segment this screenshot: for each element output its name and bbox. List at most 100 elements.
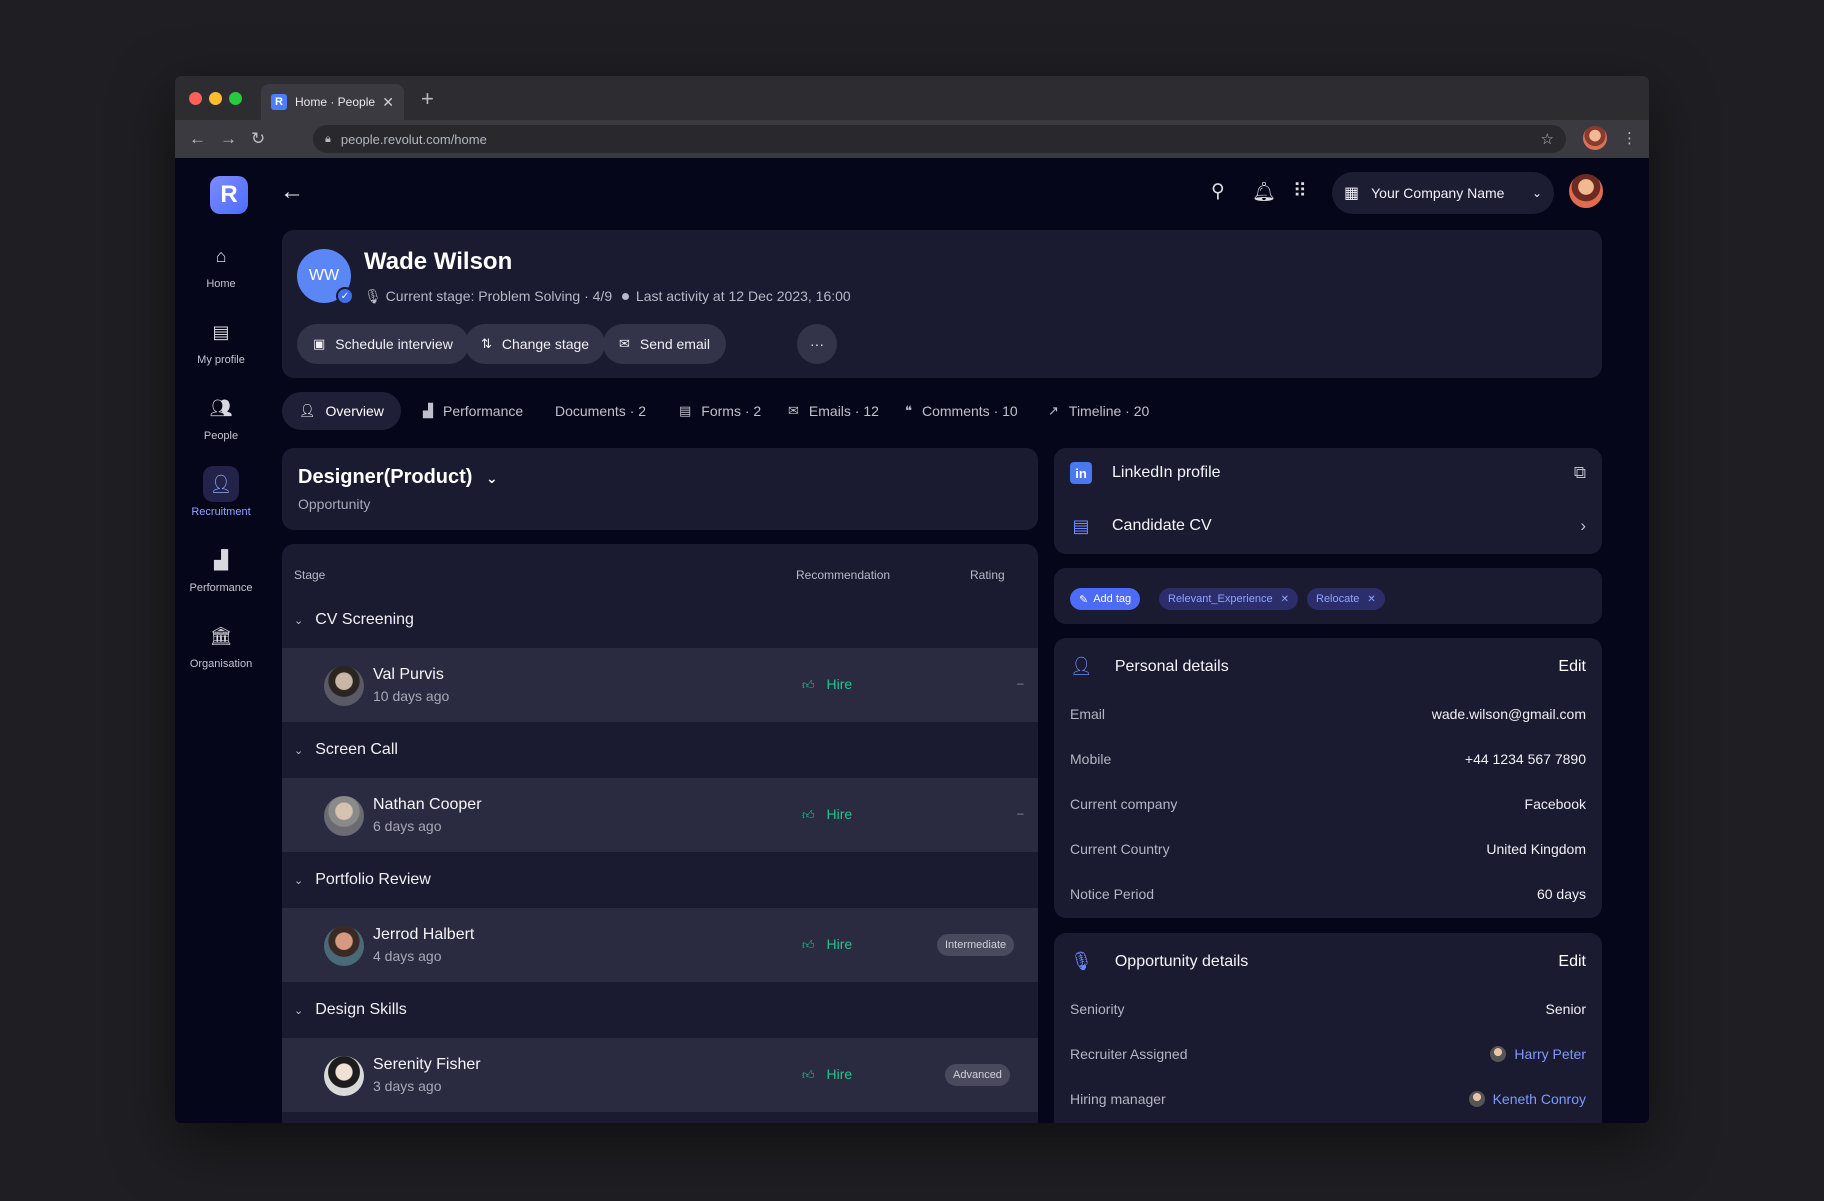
search-icon[interactable]: ⚲ xyxy=(1211,180,1225,203)
schedule-interview-button[interactable]: ▣ Schedule interview xyxy=(297,324,469,364)
button-label: Schedule interview xyxy=(335,336,453,352)
remove-tag-icon[interactable]: ✕ xyxy=(1281,594,1289,605)
sidebar-item-recruitment[interactable]: 👤︎ Recruitment xyxy=(175,466,267,518)
maximize-window-button[interactable] xyxy=(229,92,242,105)
detail-value: wade.wilson@gmail.com xyxy=(1431,706,1586,722)
table-row[interactable]: Val Purvis 10 days ago 👍︎ Hire – xyxy=(282,648,1038,722)
person-icon: 👤︎ xyxy=(1070,656,1093,676)
sidebar-item-performance[interactable]: ▟ Performance xyxy=(175,542,267,595)
stage-group-row[interactable]: ⌄ CV Screening xyxy=(282,592,1038,648)
document-icon: ▤ xyxy=(1072,515,1090,536)
chevron-down-icon: ⌄ xyxy=(486,470,498,486)
browser-profile-avatar[interactable] xyxy=(1583,126,1607,150)
browser-menu-icon[interactable]: ⋮ xyxy=(1622,129,1637,147)
tab-documents[interactable]: Documents · 2 xyxy=(538,392,663,430)
edit-personal-details-button[interactable]: Edit xyxy=(1558,658,1586,676)
sidebar-item-people[interactable]: 👥︎ People xyxy=(175,390,267,443)
thumbs-up-icon: 👍︎ xyxy=(802,808,815,822)
stage-name: Screen Call xyxy=(315,741,398,758)
company-switcher[interactable]: ▦ Your Company Name ⌄ xyxy=(1332,172,1554,214)
tag-chip[interactable]: Relevant_Experience ✕ xyxy=(1159,588,1298,610)
table-row[interactable]: Nathan Cooper 6 days ago 👍︎ Hire – xyxy=(282,778,1038,852)
tab-emails[interactable]: ✉ Emails · 12 xyxy=(771,392,896,430)
interview-time: 4 days ago xyxy=(373,948,442,964)
bookmark-star-icon[interactable]: ☆ xyxy=(1541,130,1554,148)
add-tag-label: Add tag xyxy=(1093,593,1132,605)
stage-group-row[interactable]: ⌄ Screen Call xyxy=(282,722,1038,778)
lock-icon: 🔒︎ xyxy=(325,132,331,145)
browser-tab[interactable]: R Home · People ✕ xyxy=(261,84,404,120)
button-label: Send email xyxy=(639,336,710,352)
tag-chip[interactable]: Relocate ✕ xyxy=(1307,588,1385,610)
bell-icon[interactable]: 🔔︎ xyxy=(1252,180,1276,204)
tab-label: Overview xyxy=(325,403,384,419)
hiring-manager-link[interactable]: Keneth Conroy xyxy=(1468,1091,1586,1107)
recruiter-link[interactable]: Harry Peter xyxy=(1490,1046,1586,1062)
edit-opportunity-details-button[interactable]: Edit xyxy=(1558,953,1586,971)
change-stage-button[interactable]: ⇅ Change stage xyxy=(465,324,606,364)
external-link-icon: ⧉ xyxy=(1573,463,1586,482)
card-title: Personal details xyxy=(1114,657,1229,675)
apps-grid-icon[interactable]: ⠿ xyxy=(1293,180,1307,203)
company-name: Your Company Name xyxy=(1371,185,1505,201)
address-bar[interactable]: 🔒︎ people.revolut.com/home ☆ xyxy=(313,125,1566,153)
tab-label: Forms · 2 xyxy=(701,403,762,419)
candidate-cv-link[interactable]: ▤ Candidate CV › xyxy=(1070,513,1586,539)
mic-icon: 🎙︎ xyxy=(1070,951,1093,971)
reload-icon[interactable]: ↻ xyxy=(251,129,265,149)
chevron-down-icon: ⌄ xyxy=(294,1004,304,1017)
chevron-down-icon: ⌄ xyxy=(1531,186,1542,200)
close-tab-icon[interactable]: ✕ xyxy=(382,94,394,111)
stage-group-row[interactable]: ⌄ Portfolio Review xyxy=(282,852,1038,908)
sidebar-item-my-profile[interactable]: ▤ My profile xyxy=(175,314,267,367)
back-icon[interactable]: ← xyxy=(189,129,206,149)
detail-key: Email xyxy=(1070,706,1106,722)
table-row[interactable]: Serenity Fisher 3 days ago 👍︎ Hire Advanc… xyxy=(282,1038,1038,1112)
tab-overview[interactable]: 👤︎ Overview xyxy=(282,392,401,430)
send-email-button[interactable]: ✉ Send email xyxy=(603,324,726,364)
favicon-icon: R xyxy=(271,94,287,110)
table-row[interactable]: Jerrod Halbert 4 days ago 👍︎ Hire Interme… xyxy=(282,908,1038,982)
tab-label: Documents · 2 xyxy=(555,403,647,419)
interviewer-name: Val Purvis xyxy=(373,666,444,683)
id-card-icon: ▤ xyxy=(212,321,230,342)
forward-icon[interactable]: → xyxy=(220,129,237,149)
back-arrow-icon[interactable]: ← xyxy=(280,178,304,206)
add-tag-button[interactable]: ✎ Add tag xyxy=(1070,588,1141,610)
sidebar-item-home[interactable]: ⌂ Home xyxy=(175,238,267,291)
linkedin-profile-link[interactable]: in LinkedIn profile ⧉ xyxy=(1070,460,1586,486)
new-tab-icon[interactable]: + xyxy=(421,86,434,112)
detail-value: Facebook xyxy=(1524,796,1586,812)
more-actions-button[interactable]: ··· xyxy=(797,324,837,364)
chart-icon: ▟ xyxy=(423,403,433,418)
stage-group-row[interactable]: ⌄ Design Skills xyxy=(282,982,1038,1038)
close-window-button[interactable] xyxy=(189,92,202,105)
tab-label: Timeline · 20 xyxy=(1068,403,1150,419)
detail-key: Current company xyxy=(1070,796,1178,812)
browser-toolbar: ← → ↻ 🔒︎ people.revolut.com/home ☆ ⋮ xyxy=(175,120,1649,158)
card-title: Opportunity details xyxy=(1114,952,1249,970)
tab-comments[interactable]: ❝ Comments · 10 xyxy=(888,392,1035,430)
tab-forms[interactable]: ▤ Forms · 2 xyxy=(662,392,778,430)
avatar xyxy=(324,926,364,966)
remove-tag-icon[interactable]: ✕ xyxy=(1367,594,1375,605)
chevron-down-icon: ⌄ xyxy=(294,874,304,887)
chart-icon: ▟ xyxy=(214,549,228,570)
sidebar-item-organisation[interactable]: 🏛︎ Organisation xyxy=(175,618,267,671)
app-logo[interactable]: R xyxy=(210,176,248,214)
role-selector[interactable]: Designer(Product) ⌄ Opportunity xyxy=(282,448,1038,530)
candidate-meta: 🎙︎ Current stage: Problem Solving · 4/9 … xyxy=(364,288,851,305)
tab-performance[interactable]: ▟ Performance xyxy=(406,392,540,430)
tag-label: Relocate xyxy=(1316,593,1360,605)
last-activity-text: Last activity at 12 Dec 2023, 16:00 xyxy=(635,288,851,304)
detail-row-mobile: Mobile +44 1234 567 7890 xyxy=(1070,749,1586,769)
tags-card: ✎ Add tag Relevant_Experience ✕ Relocate ✕ xyxy=(1054,568,1602,624)
minimize-window-button[interactable] xyxy=(209,92,222,105)
tab-timeline[interactable]: ↗ Timeline · 20 xyxy=(1031,392,1166,430)
url-text: people.revolut.com/home xyxy=(340,131,487,147)
user-avatar[interactable] xyxy=(1569,174,1603,208)
home-icon: ⌂ xyxy=(215,245,227,266)
detail-key: Recruiter Assigned xyxy=(1070,1046,1188,1062)
stage-name: Design Skills xyxy=(315,1001,407,1018)
tab-label: Comments · 10 xyxy=(922,403,1018,419)
